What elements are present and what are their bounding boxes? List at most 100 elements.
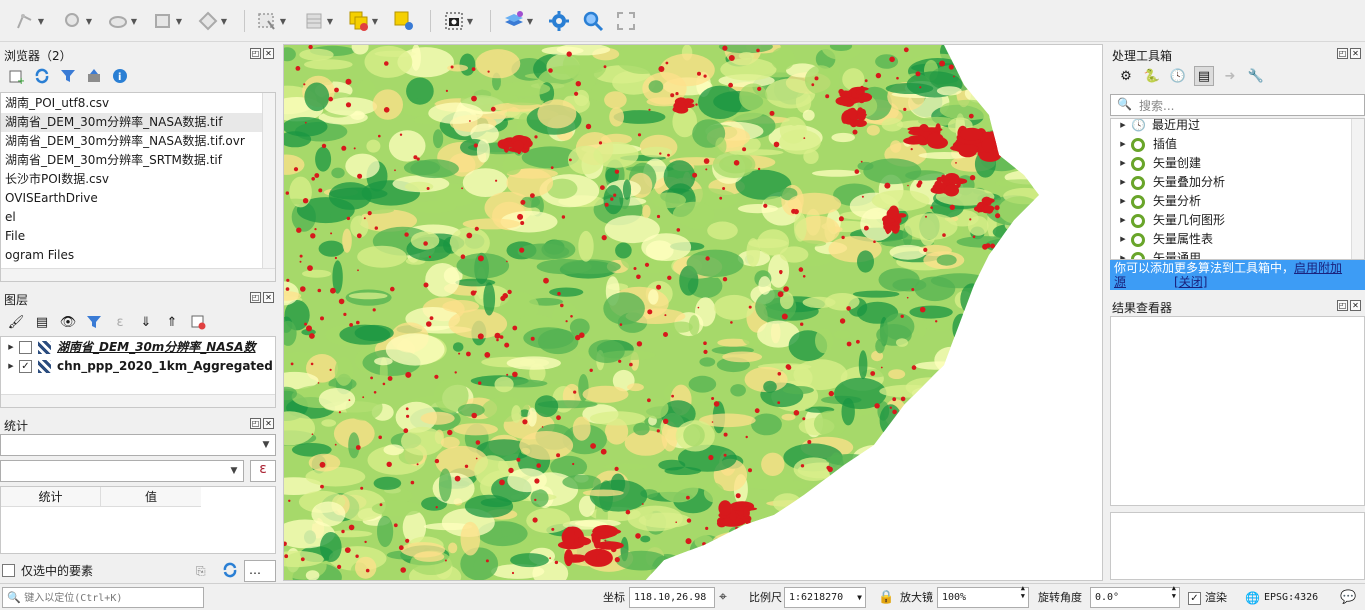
chevron-down-icon[interactable]: ▼ — [219, 17, 229, 26]
browser-item[interactable]: File — [1, 227, 263, 246]
info-icon[interactable]: i — [110, 66, 130, 86]
close-icon[interactable]: ✕ — [263, 48, 274, 59]
copy-icon[interactable]: ⎘ — [196, 564, 206, 579]
render-toggle[interactable]: ✓ 渲染 — [1188, 588, 1227, 608]
toolbox-group[interactable]: ▶ 矢量创建 — [1111, 154, 1351, 173]
expand-icon[interactable]: ▶ — [1115, 192, 1131, 211]
deselect-tool[interactable]: ▼ — [348, 8, 380, 34]
browser-item[interactable]: 湖南省_DEM_30m分辨率_SRTM数据.tif — [1, 151, 263, 170]
rotation-field[interactable]: 0.0° ▲ ▼ — [1090, 584, 1180, 608]
node-tool[interactable]: ▼ — [107, 8, 139, 34]
close-notice-link[interactable]: [关闭] — [1174, 275, 1207, 289]
float-icon[interactable]: ◰ — [250, 418, 261, 429]
chevron-down-icon[interactable]: ▼ — [465, 17, 475, 26]
refresh-icon[interactable] — [222, 562, 238, 581]
results-icon[interactable]: ▤ — [1194, 66, 1214, 86]
selected-only-toggle[interactable]: 仅选中的要素 — [2, 562, 93, 579]
checkbox[interactable] — [2, 564, 15, 577]
zoom-tool[interactable] — [582, 8, 604, 34]
expand-icon[interactable]: ▶ — [1115, 173, 1131, 192]
collapse-icon[interactable] — [84, 66, 104, 86]
toolbox-group[interactable]: ▶ 🕓 最近用过 — [1111, 119, 1351, 135]
expand-icon[interactable]: ▶ — [1115, 230, 1131, 249]
extents-toggle-icon[interactable]: ⌖ — [719, 587, 727, 607]
browser-item[interactable]: 湖南省_DEM_30m分辨率_NASA数据.tif.ovr — [1, 132, 263, 151]
scale-field[interactable]: 1:6218270 ▼ — [784, 587, 866, 608]
settings-tool[interactable] — [548, 8, 570, 34]
remove-layer-icon[interactable] — [188, 312, 208, 332]
models-icon[interactable]: ⚙ — [1116, 66, 1136, 86]
add-point-tool[interactable]: ▼ — [62, 8, 94, 34]
float-icon[interactable]: ◰ — [1337, 48, 1348, 59]
collapse-all-icon[interactable]: ⇑ — [162, 312, 182, 332]
toolbox-group[interactable]: ▶ 矢量属性表 — [1111, 230, 1351, 249]
add-feature-tool[interactable]: ▼ — [152, 8, 184, 34]
results-list[interactable] — [1110, 316, 1365, 506]
browser-item[interactable]: ogram Files — [1, 246, 263, 265]
toolbox-group[interactable]: ▶ 插值 — [1111, 135, 1351, 154]
layer-item[interactable]: ▶ ✓ chn_ppp_2020_1km_Aggregated — [1, 357, 275, 376]
attribute-table-tool[interactable]: ▼ — [303, 8, 335, 34]
edit-features-icon[interactable]: ➜ — [1220, 66, 1240, 86]
layer-visibility-checkbox[interactable]: ✓ — [19, 360, 32, 373]
browser-item[interactable]: 湖南_POI_utf8.csv — [1, 94, 263, 113]
coord-field[interactable]: 118.10,26.98 — [629, 587, 715, 608]
close-icon[interactable]: ✕ — [263, 292, 274, 303]
add-layer-icon[interactable]: + — [6, 66, 26, 86]
layer-select[interactable]: ▼ — [0, 434, 276, 456]
fullscreen-tool[interactable] — [615, 8, 637, 34]
expand-icon[interactable]: ▶ — [1115, 249, 1131, 259]
browser-vscroll[interactable] — [262, 93, 275, 269]
chevron-down-icon[interactable]: ▼ — [129, 17, 139, 26]
checkbox[interactable]: ✓ — [1188, 591, 1201, 605]
close-icon[interactable]: ✕ — [1350, 48, 1361, 59]
toolbox-group[interactable]: ▶ 矢量通用 — [1111, 249, 1351, 259]
chevron-down-icon[interactable]: ▼ — [370, 17, 380, 26]
expand-icon[interactable]: ▶ — [1115, 211, 1131, 230]
toolbox-group[interactable]: ▶ 矢量分析 — [1111, 192, 1351, 211]
layer-styling-tool[interactable]: ▼ — [503, 8, 535, 34]
digitize-tool[interactable]: ▼ — [14, 8, 46, 34]
expand-all-icon[interactable]: ⇓ — [136, 312, 156, 332]
expand-icon[interactable]: ▶ — [1115, 135, 1131, 154]
filter-icon[interactable] — [84, 312, 104, 332]
browser-item[interactable]: OVISEarthDrive — [1, 189, 263, 208]
refresh-icon[interactable] — [32, 66, 52, 86]
locator-input[interactable]: 🔍 键入以定位(Ctrl+K) — [2, 587, 204, 608]
toolbox-group[interactable]: ▶ 矢量几何图形 — [1111, 211, 1351, 230]
eye-icon[interactable]: 👁 — [58, 312, 78, 332]
chevron-down-icon[interactable]: ▼ — [278, 17, 288, 26]
messages-icon[interactable]: 💬 — [1340, 588, 1356, 608]
browser-item[interactable]: 湖南省_DEM_30m分辨率_NASA数据.tif — [1, 113, 263, 132]
float-icon[interactable]: ◰ — [1337, 300, 1348, 311]
expression-button[interactable]: ε — [250, 460, 276, 482]
field-select[interactable]: ▼ — [0, 460, 244, 482]
col-header-stat[interactable]: 统计 — [1, 487, 101, 507]
enable-plugins-link[interactable]: 启用附加 — [1294, 261, 1342, 275]
browser-hscroll[interactable] — [1, 268, 275, 281]
shape-tool[interactable]: ▼ — [197, 8, 229, 34]
select-tool[interactable]: ▼ — [256, 8, 288, 34]
browser-item[interactable]: el — [1, 208, 263, 227]
history-icon[interactable]: 🕓 — [1168, 66, 1188, 86]
expand-icon[interactable]: ▶ — [1115, 154, 1131, 173]
lock-icon[interactable]: 🔒 — [878, 588, 894, 608]
chevron-down-icon[interactable]: ▼ — [174, 17, 184, 26]
expression-filter-icon[interactable]: ε — [110, 312, 130, 332]
layer-visibility-checkbox[interactable] — [19, 341, 32, 354]
python-icon[interactable]: 🐍 — [1142, 66, 1162, 86]
chevron-down-icon[interactable]: ▼ — [525, 17, 535, 26]
map-canvas[interactable] — [283, 44, 1103, 581]
close-icon[interactable]: ✕ — [263, 418, 274, 429]
options-icon[interactable]: 🔧 — [1246, 66, 1266, 86]
style-brush-icon[interactable]: 🖌 — [6, 312, 26, 332]
chevron-down-icon[interactable]: ▼ — [84, 17, 94, 26]
chevron-down-icon[interactable]: ▼ — [36, 17, 46, 26]
more-options-button[interactable]: … — [244, 560, 276, 582]
toolbox-search[interactable]: 🔍 搜索... — [1110, 94, 1365, 116]
add-group-icon[interactable]: ▤ — [32, 312, 52, 332]
toolbox-vscroll[interactable] — [1351, 119, 1364, 259]
expand-icon[interactable]: ▶ — [3, 338, 19, 357]
filter-icon[interactable] — [58, 66, 78, 86]
screenshot-tool[interactable]: ▼ — [443, 8, 475, 34]
